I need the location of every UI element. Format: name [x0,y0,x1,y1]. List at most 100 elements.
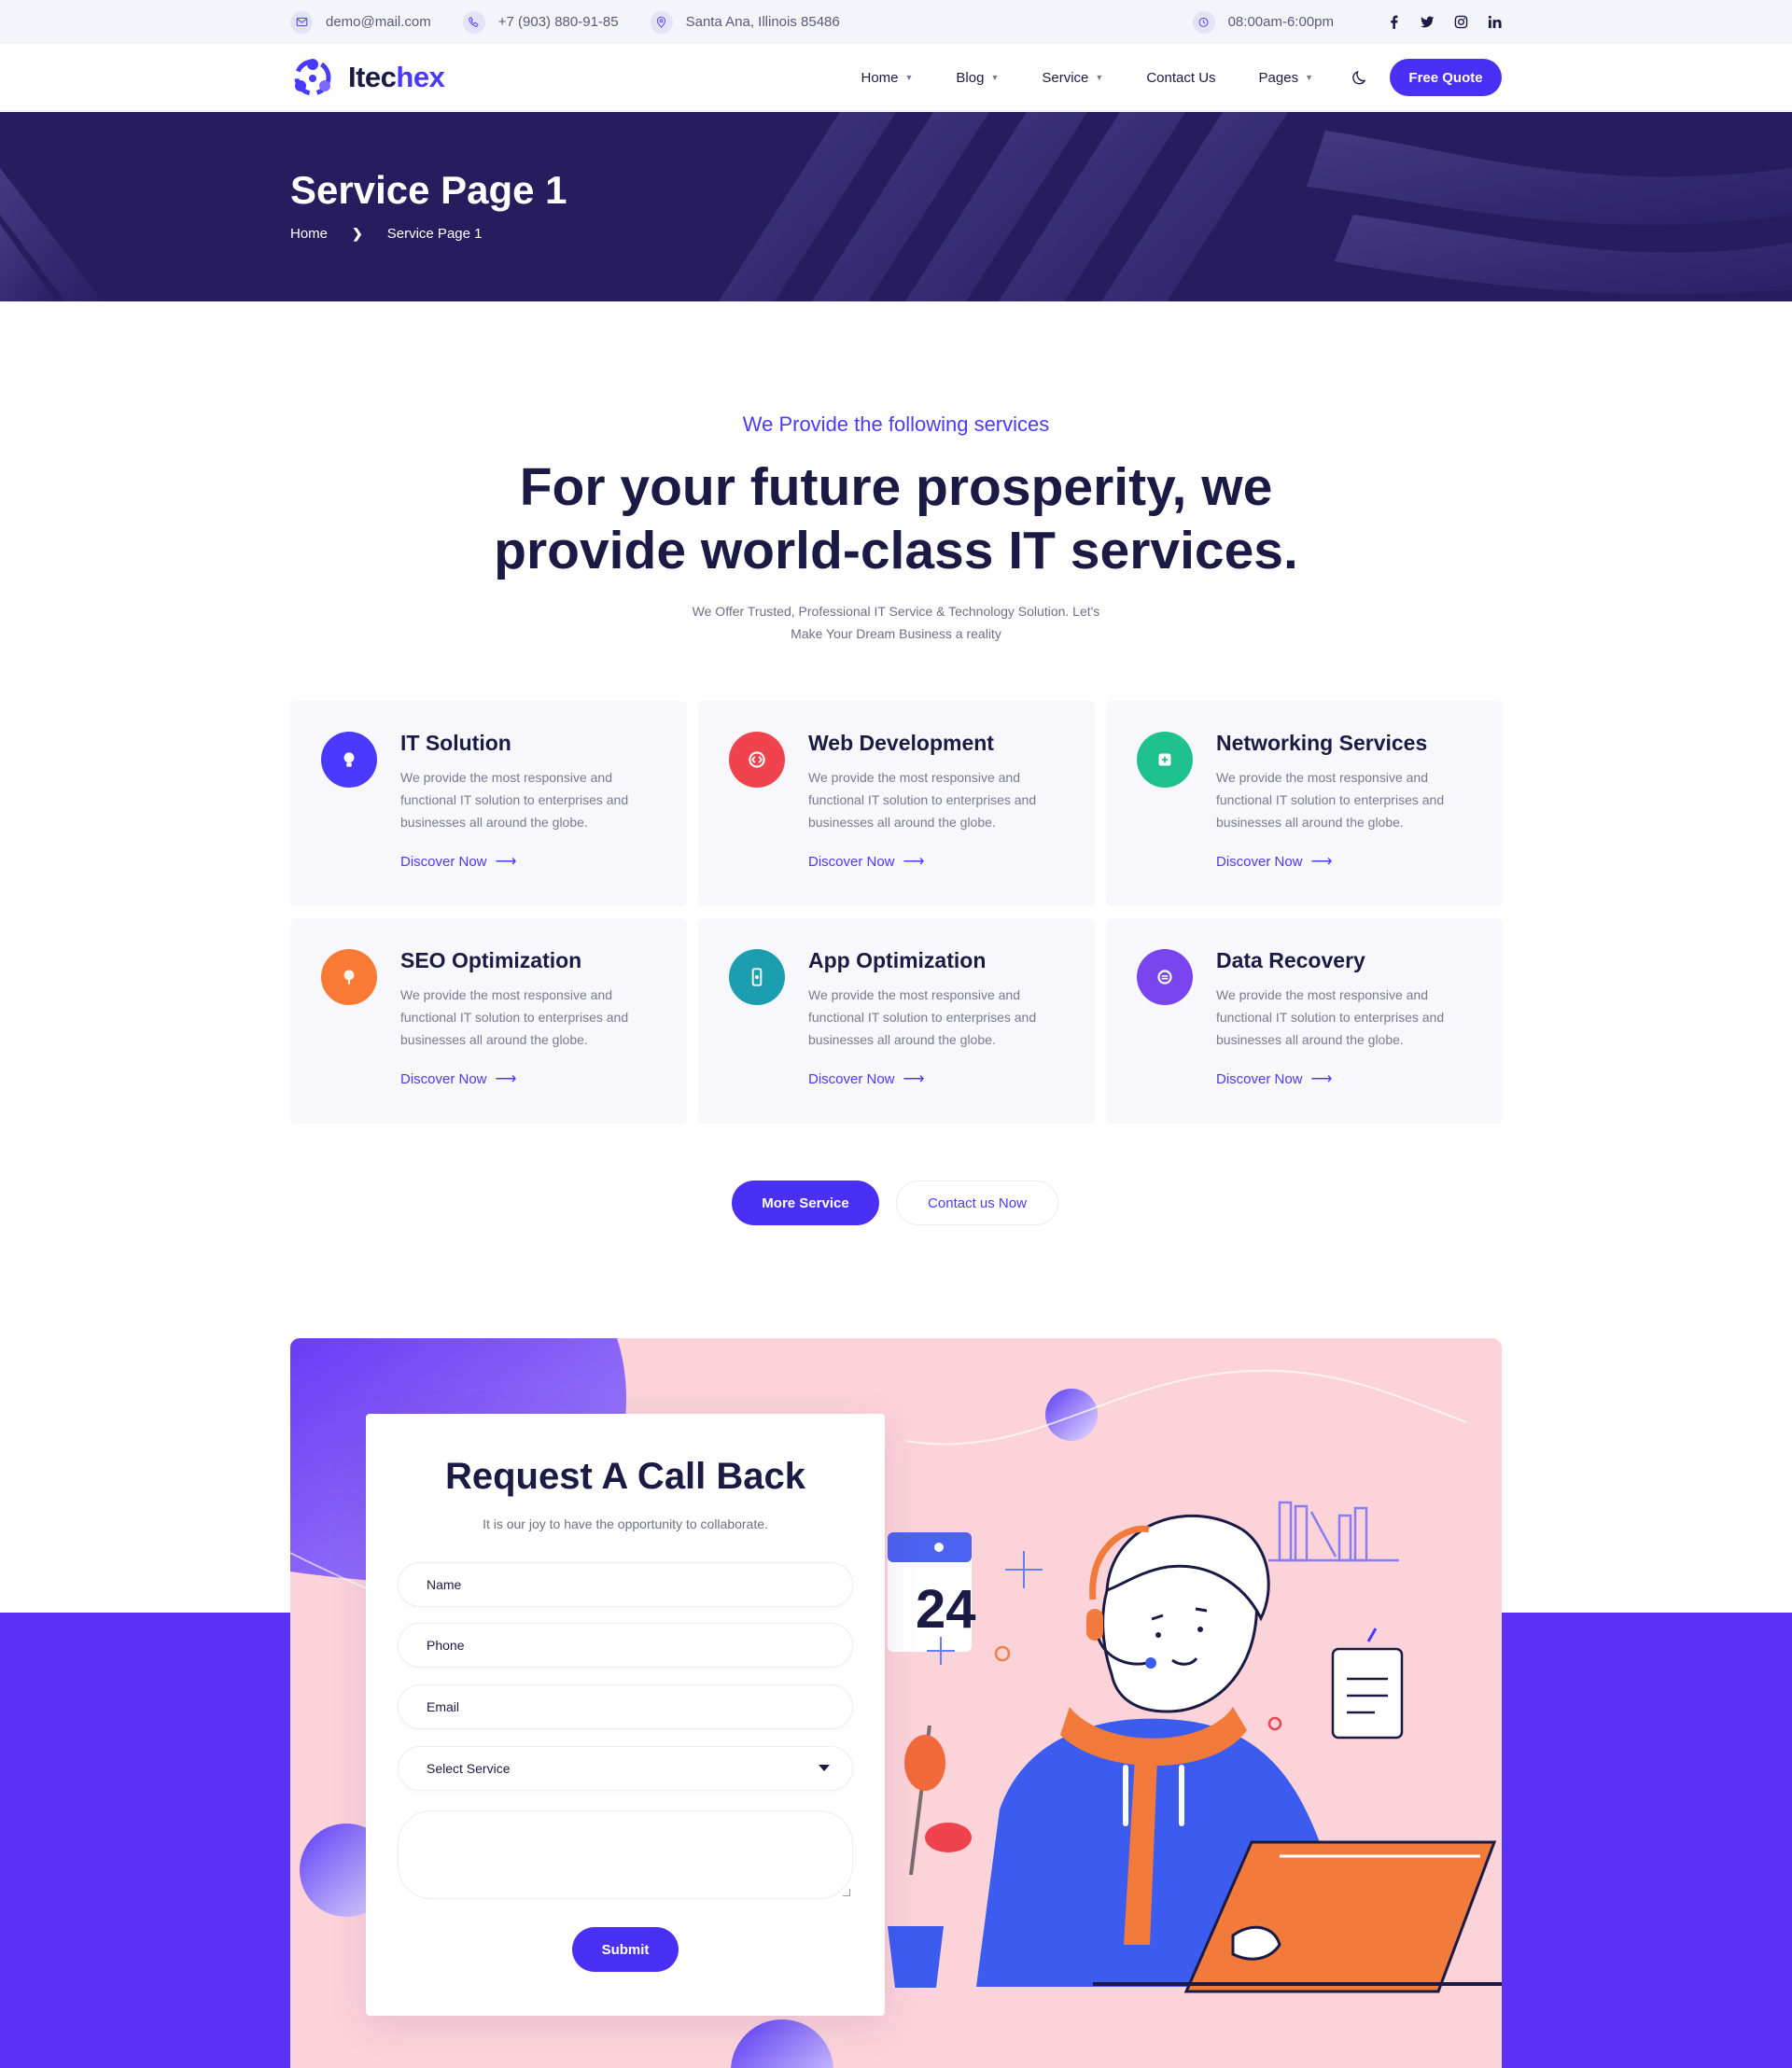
page-title: Service Page 1 [290,168,567,212]
message-textarea[interactable] [398,1810,853,1899]
services-description-line1: We Offer Trusted, Professional IT Servic… [692,604,1100,619]
arrow-right-icon: ⟶ [903,1071,925,1087]
discover-now-link[interactable]: Discover Now ⟶ [1216,852,1332,871]
nav-contact[interactable]: Contact Us [1146,70,1215,86]
moon-icon[interactable] [1351,68,1369,87]
logo-text-accent: hex [396,61,445,93]
twitter-icon[interactable] [1420,15,1435,30]
location-icon [650,10,673,34]
submit-button[interactable]: Submit [572,1927,679,1972]
page-hero: Service Page 1 Home ❯ Service Page 1 [0,112,1792,301]
calendar-graphic: 24 [888,1532,976,1652]
phone-field[interactable]: Phone [398,1623,853,1668]
discover-now-link[interactable]: Discover Now ⟶ [1216,1069,1332,1088]
name-field[interactable]: Name [398,1562,853,1607]
breadcrumb-current: Service Page 1 [386,226,483,242]
breadcrumb-home[interactable]: Home [290,226,328,242]
nav-blog[interactable]: Blog ▼ [956,70,999,86]
facebook-icon[interactable] [1386,15,1401,30]
arrow-right-icon: ⟶ [903,854,925,870]
service-text: We provide the most responsive and funct… [400,770,629,830]
discover-now-label: Discover Now [808,1070,895,1087]
nav-pages-label: Pages [1258,69,1299,86]
email-field[interactable]: Email [398,1684,853,1729]
calendar-number: 24 [916,1579,976,1640]
arrow-right-icon: ⟶ [1310,854,1333,870]
services-description: We Offer Trusted, Professional IT Servic… [663,600,1129,645]
discover-now-link[interactable]: Discover Now ⟶ [808,1069,924,1088]
service-title: Data Recovery [1216,948,1365,972]
top-bar: demo@mail.com +7 (903) 880-91-85 Santa A… [0,0,1792,44]
recovery-icon [1137,949,1193,1005]
instagram-icon[interactable] [1453,15,1468,30]
breadcrumb: Home ❯ Service Page 1 [290,226,482,242]
email-field-placeholder: Email [427,1699,460,1714]
resize-handle-icon[interactable] [843,1889,850,1896]
callback-title: Request A Call Back [444,1456,806,1497]
nav-pages[interactable]: Pages ▼ [1259,70,1313,86]
nav-home-label: Home [861,69,899,86]
mobile-icon [729,949,785,1005]
discover-now-label: Discover Now [1216,1070,1303,1087]
chevron-down-icon: ▼ [904,73,914,82]
discover-now-link[interactable]: Discover Now ⟶ [808,852,924,871]
clock-icon [1192,10,1215,34]
services-description-line2: Make Your Dream Business a reality [791,626,1001,641]
service-text: We provide the most responsive and funct… [1216,770,1445,830]
services-title-line2: provide world-class IT services. [494,521,1298,580]
discover-now-label: Discover Now [400,853,487,870]
services-subtitle: We Provide the following services [742,412,1050,436]
logo[interactable]: Itechex [290,56,445,99]
service-title: SEO Optimization [400,948,582,972]
service-card: Data Recovery We provide the most respon… [1106,918,1503,1124]
nav-home[interactable]: Home ▼ [861,70,913,86]
discover-now-label: Discover Now [1216,853,1303,870]
callback-form: Request A Call Back It is our joy to hav… [366,1414,885,2016]
network-icon [1137,732,1193,788]
discover-now-label: Discover Now [400,1070,487,1087]
chevron-right-icon: ❯ [352,226,363,241]
nav-service[interactable]: Service ▼ [1042,70,1103,86]
service-title: Web Development [808,731,994,755]
lightbulb-icon [321,732,377,788]
linkedin-icon[interactable] [1487,15,1502,30]
more-service-button[interactable]: More Service [732,1181,879,1225]
topbar-address: Santa Ana, Illinois 85486 [650,10,840,34]
contact-us-now-button[interactable]: Contact us Now [896,1181,1058,1225]
topbar-hours-text: 08:00am-6:00pm [1227,14,1334,30]
service-cards: IT Solution We provide the most responsi… [290,701,1503,1124]
logo-text-main: Itec [348,61,397,93]
main-header: Itechex Home ▼ Blog ▼ Service ▼ Contact Us … [0,44,1792,111]
main-nav: Home ▼ Blog ▼ Service ▼ Contact Us Pages ▼ F… [818,59,1502,96]
logo-icon [290,56,335,99]
caret-down-icon [819,1765,830,1771]
topbar-email[interactable]: demo@mail.com [290,10,431,34]
nav-service-label: Service [1042,69,1089,86]
service-title: Networking Services [1216,731,1428,755]
service-title: App Optimization [808,948,987,972]
social-links [1367,15,1502,30]
services-title: For your future prosperity, we provide w… [0,455,1792,582]
logo-text: Itechex [348,61,445,94]
arrow-right-icon: ⟶ [495,854,517,870]
mail-icon [290,10,313,34]
service-title: IT Solution [400,731,511,755]
service-card: IT Solution We provide the most responsi… [290,701,687,906]
chevron-down-icon: ▼ [1095,73,1104,82]
service-card: SEO Optimization We provide the most res… [290,918,687,1124]
topbar-phone-text: +7 (903) 880-91-85 [497,14,619,30]
discover-now-link[interactable]: Discover Now ⟶ [400,852,516,871]
phone-icon [462,10,485,34]
service-text: We provide the most responsive and funct… [808,770,1037,830]
code-icon [729,732,785,788]
name-field-placeholder: Name [427,1577,462,1592]
service-card: Networking Services We provide the most … [1106,701,1503,906]
service-select[interactable]: Select Service [398,1746,853,1791]
discover-now-link[interactable]: Discover Now ⟶ [400,1069,516,1088]
topbar-phone[interactable]: +7 (903) 880-91-85 [462,10,619,34]
hero-background-pattern [0,112,1792,301]
free-quote-button[interactable]: Free Quote [1390,59,1502,96]
discover-now-label: Discover Now [808,853,895,870]
topbar-address-text: Santa Ana, Illinois 85486 [685,14,840,30]
service-text: We provide the most responsive and funct… [400,987,629,1047]
